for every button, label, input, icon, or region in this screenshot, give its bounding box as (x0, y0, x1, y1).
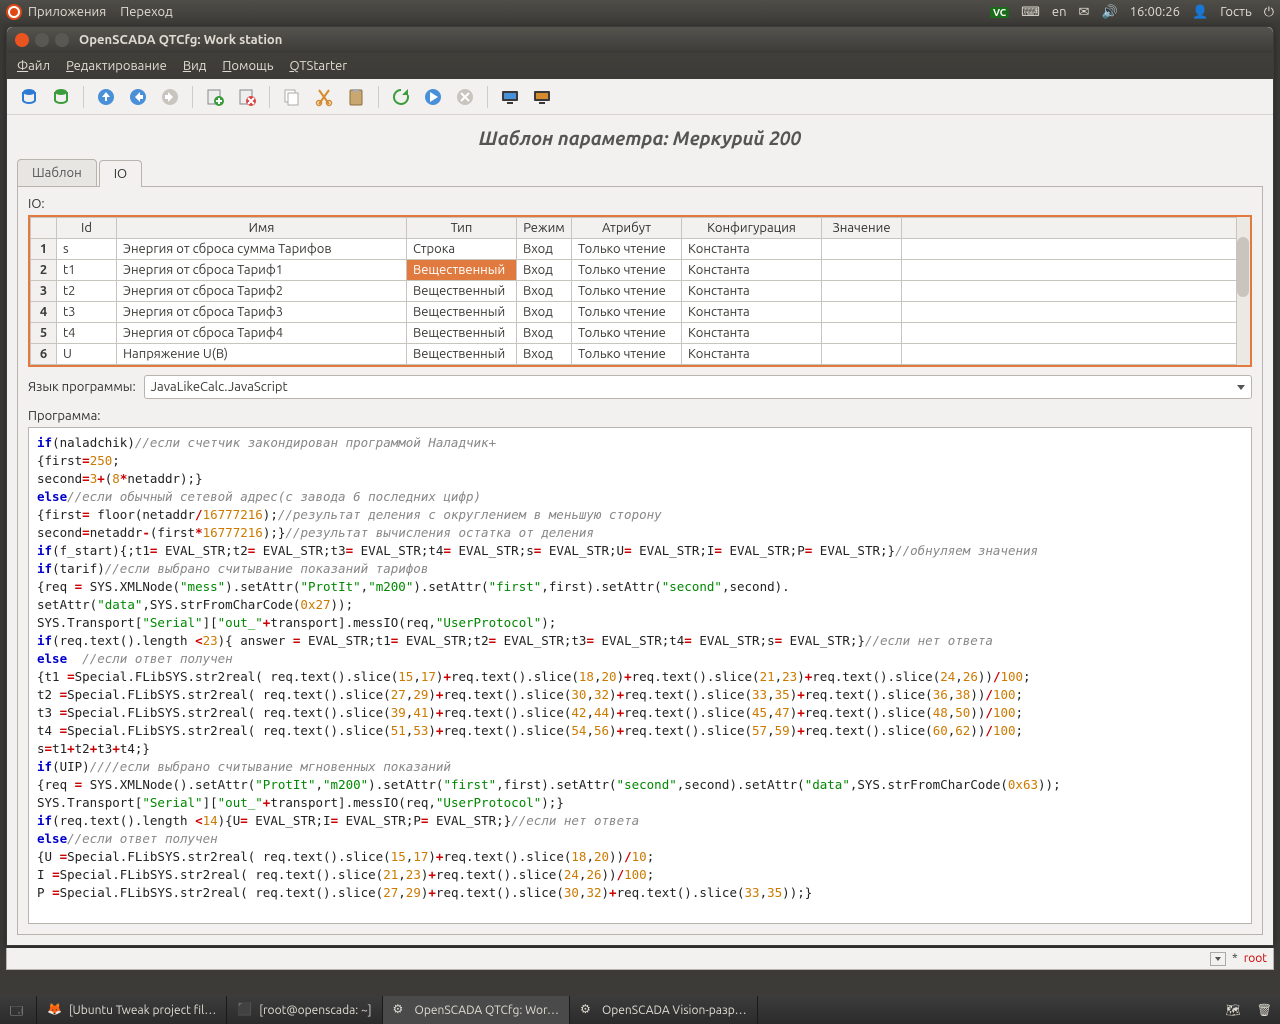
cut-icon[interactable] (310, 83, 338, 111)
window-title: OpenSCADA QTCfg: Work station (79, 33, 282, 47)
col-conf[interactable]: Конфигурация (682, 218, 822, 239)
nav-back-icon[interactable] (124, 83, 152, 111)
show-desktop-icon[interactable]: 🗔 (0, 996, 37, 1024)
nav-up-icon[interactable] (92, 83, 120, 111)
table-row[interactable]: 5t4Энергия от сброса Тариф4ВещественныйВ… (31, 323, 1250, 344)
keyboard-lang[interactable]: en (1052, 5, 1067, 19)
program-editor[interactable]: if(naladchik)//если счетчик закондирован… (28, 427, 1252, 924)
table-row[interactable]: 2t1Энергия от сброса Тариф1ВещественныйВ… (31, 260, 1250, 281)
table-row[interactable]: 3t2Энергия от сброса Тариф2ВещественныйВ… (31, 281, 1250, 302)
col-type[interactable]: Тип (407, 218, 517, 239)
io-table[interactable]: Id Имя Тип Режим Атрибут Конфигурация Зн… (28, 215, 1252, 367)
user-icon[interactable]: 👤 (1192, 5, 1208, 20)
paste-icon[interactable] (342, 83, 370, 111)
system-tray: VC ⌨ en ✉ 🔊 16:00:26 👤 Гость ⏻ (990, 5, 1274, 20)
taskbar-item-2[interactable]: ⬛[root@openscada: ~] (227, 996, 382, 1024)
col-attr[interactable]: Атрибут (572, 218, 682, 239)
taskbar-item-3[interactable]: ⚙OpenSCADA QTCfg: Wor… (383, 996, 570, 1024)
col-value[interactable]: Значение (822, 218, 902, 239)
taskbar: 🗔 🦊[Ubuntu Tweak project fil… ⬛[root@ope… (0, 996, 1280, 1024)
prog-lang-select[interactable]: JavaLikeCalc.JavaScript (144, 375, 1252, 399)
volume-icon[interactable]: 🔊 (1101, 5, 1117, 20)
topbar-places[interactable]: Переход (120, 5, 173, 19)
vnc-icon[interactable]: VC (990, 7, 1009, 18)
host-secondary-icon[interactable] (528, 83, 556, 111)
mail-icon[interactable]: ✉ (1079, 5, 1090, 20)
menu-edit[interactable]: Редактирование (66, 59, 167, 73)
keyboard-icon[interactable]: ⌨ (1021, 5, 1040, 20)
prog-lang-value: JavaLikeCalc.JavaScript (151, 380, 288, 394)
menu-view[interactable]: Вид (183, 59, 207, 73)
io-label: IO: (28, 197, 1252, 211)
taskbar-item-4[interactable]: ⚙OpenSCADA Vision-разр… (570, 996, 758, 1024)
db-load-icon[interactable] (15, 83, 43, 111)
stop-icon[interactable] (451, 83, 479, 111)
status-star: * (1232, 952, 1238, 965)
power-icon[interactable]: ⏻ (1264, 5, 1274, 20)
table-scrollbar[interactable] (1236, 217, 1250, 365)
taskbar-workspace-icon[interactable]: 🗺 (1218, 996, 1249, 1024)
toolbar (7, 79, 1273, 115)
prog-lang-label: Язык программы: (28, 380, 136, 394)
window-maximize-icon[interactable] (55, 33, 69, 47)
chevron-down-icon (1237, 385, 1245, 390)
table-row[interactable]: 6UНапряжение U(B)ВещественныйВходТолько … (31, 344, 1250, 365)
program-label: Программа: (28, 409, 1252, 423)
clock[interactable]: 16:00:26 (1130, 5, 1180, 19)
tabs: Шаблон IO (17, 159, 1263, 187)
table-header-row: Id Имя Тип Режим Атрибут Конфигурация Зн… (31, 218, 1250, 239)
menubar: Файл Редактирование Вид Помощь QTStarter (7, 53, 1273, 79)
tab-io[interactable]: IO (99, 160, 142, 187)
statusbar: * root (6, 948, 1274, 970)
status-dropdown[interactable] (1210, 952, 1226, 966)
tab-template[interactable]: Шаблон (17, 159, 97, 186)
table-row[interactable]: 1sЭнергия от сброса сумма ТарифовСтрокаВ… (31, 239, 1250, 260)
window-close-icon[interactable] (15, 33, 29, 47)
col-name[interactable]: Имя (117, 218, 407, 239)
system-topbar: Приложения Переход VC ⌨ en ✉ 🔊 16:00:26 … (0, 0, 1280, 24)
status-user[interactable]: root (1244, 952, 1267, 965)
item-delete-icon[interactable] (233, 83, 261, 111)
run-icon[interactable] (419, 83, 447, 111)
topbar-applications[interactable]: Приложения (28, 5, 106, 19)
copy-icon[interactable] (278, 83, 306, 111)
host-primary-icon[interactable] (496, 83, 524, 111)
db-save-icon[interactable] (47, 83, 75, 111)
window-minimize-icon[interactable] (35, 33, 49, 47)
menu-file[interactable]: Файл (17, 59, 50, 73)
table-row[interactable]: 4t3Энергия от сброса Тариф3ВещественныйВ… (31, 302, 1250, 323)
taskbar-trash-icon[interactable]: 🗑 (1249, 996, 1280, 1024)
user-name[interactable]: Гость (1220, 5, 1252, 19)
col-mode[interactable]: Режим (517, 218, 572, 239)
menu-help[interactable]: Помощь (222, 59, 273, 73)
col-id[interactable]: Id (57, 218, 117, 239)
taskbar-item-1[interactable]: 🦊[Ubuntu Tweak project fil… (37, 996, 227, 1024)
page-title: Шаблон параметра: Меркурий 200 (17, 121, 1263, 159)
refresh-icon[interactable] (387, 83, 415, 111)
main-window: OpenSCADA QTCfg: Work station Файл Редак… (6, 26, 1274, 946)
ubuntu-logo-icon[interactable] (6, 4, 22, 20)
window-titlebar[interactable]: OpenSCADA QTCfg: Work station (7, 27, 1273, 53)
nav-forward-icon[interactable] (156, 83, 184, 111)
item-add-icon[interactable] (201, 83, 229, 111)
menu-qtstarter[interactable]: QTStarter (289, 59, 347, 73)
